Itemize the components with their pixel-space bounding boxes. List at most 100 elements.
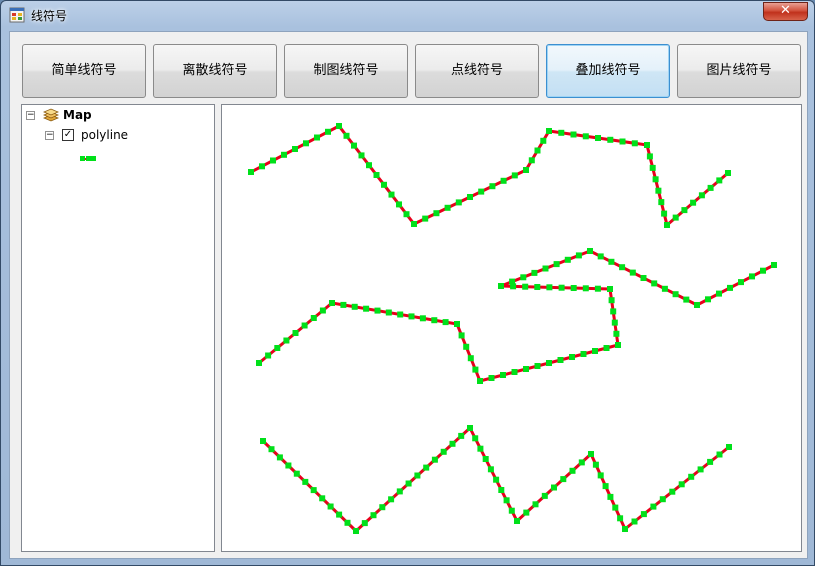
line-marker	[482, 456, 489, 462]
line-marker	[646, 153, 653, 160]
cartographic-line-symbol-button[interactable]: 制图线符号	[284, 44, 408, 98]
line-marker	[592, 348, 598, 354]
line-marker	[578, 459, 585, 466]
line-marker	[358, 152, 365, 159]
toc-control[interactable]: − Map − ✓ polyline	[21, 104, 215, 552]
line-marker	[440, 448, 447, 455]
line-marker	[602, 483, 609, 490]
line-marker	[546, 360, 552, 366]
line-marker	[587, 248, 593, 254]
line-marker	[472, 366, 479, 373]
line-marker	[594, 285, 601, 292]
close-icon: ✕	[780, 3, 791, 18]
line-marker	[661, 210, 668, 217]
line-marker	[611, 319, 618, 326]
layers-icon	[42, 107, 60, 123]
line-marker	[276, 454, 283, 461]
line-marker	[477, 445, 484, 452]
line-marker	[463, 343, 470, 350]
line-marker	[488, 375, 495, 381]
line-marker	[613, 330, 620, 337]
line-marker	[726, 444, 732, 450]
line-marker	[669, 488, 676, 495]
collapse-layer-icon[interactable]: −	[45, 131, 54, 140]
line-marker	[458, 332, 465, 339]
line-marker	[408, 313, 415, 320]
map-control[interactable]	[221, 104, 802, 552]
line-marker	[325, 128, 331, 135]
line-marker	[644, 142, 650, 148]
line-marker	[603, 345, 610, 351]
line-marker	[690, 199, 697, 206]
line-marker	[374, 307, 381, 314]
line-marker	[534, 284, 541, 290]
line-marker	[534, 147, 541, 154]
line-marker	[631, 140, 638, 147]
line-marker	[274, 345, 281, 351]
line-marker	[370, 512, 377, 519]
line-marker	[607, 493, 614, 500]
simple-line-symbol-button[interactable]: 简单线符号	[22, 44, 146, 98]
line-marker	[344, 519, 351, 526]
line-marker	[310, 315, 317, 321]
line-marker	[444, 204, 451, 211]
title-bar[interactable]: 线符号 ✕	[1, 1, 814, 29]
line-marker	[366, 162, 372, 169]
line-marker	[454, 321, 460, 327]
close-button[interactable]: ✕	[763, 2, 808, 21]
line-marker	[678, 481, 685, 488]
line-marker	[302, 478, 309, 485]
line-marker	[509, 278, 516, 285]
line-marker	[558, 284, 565, 291]
line-marker	[423, 464, 430, 471]
line-marker	[528, 157, 535, 164]
line-marker	[310, 487, 317, 494]
line-marker	[749, 273, 755, 280]
line-marker	[597, 472, 604, 479]
line-marker	[292, 146, 298, 152]
line-marker	[281, 151, 287, 158]
line-marker	[522, 283, 529, 290]
map-canvas[interactable]	[222, 105, 801, 551]
marker-line-symbol-button[interactable]: 点线符号	[415, 44, 539, 98]
line-marker	[697, 466, 704, 473]
line-marker	[353, 528, 359, 534]
line-marker	[511, 369, 518, 375]
line-marker	[534, 363, 541, 369]
line-marker	[422, 215, 429, 222]
layer-visibility-checkbox[interactable]: ✓	[62, 129, 74, 141]
line-marker	[458, 432, 465, 439]
hash-line-symbol-button[interactable]: 离散线符号	[153, 44, 277, 98]
layer-label: polyline	[81, 128, 129, 142]
line-marker	[582, 133, 589, 140]
line-marker	[283, 337, 290, 344]
map-label: Map	[63, 108, 92, 122]
line-marker	[694, 302, 700, 308]
line-marker	[373, 172, 380, 178]
line-marker	[478, 188, 485, 195]
line-marker	[388, 496, 395, 503]
line-marker	[597, 253, 604, 260]
multilayer-line-symbol-button[interactable]: 叠加线符号	[546, 44, 670, 98]
line-marker	[431, 456, 438, 463]
line-marker	[500, 372, 506, 378]
line-marker	[455, 199, 462, 206]
line-marker	[396, 488, 403, 495]
picture-line-symbol-button[interactable]: 图片线符号	[677, 44, 801, 98]
line-marker	[688, 473, 695, 480]
line-marker	[607, 286, 613, 292]
line-marker	[403, 211, 410, 218]
toc-map-node[interactable]: − Map	[26, 107, 206, 123]
line-marker	[532, 501, 539, 508]
line-marker	[396, 201, 402, 208]
line-symbol-legend-icon	[79, 152, 97, 168]
line-marker	[503, 497, 510, 504]
line-marker	[652, 176, 659, 183]
line-marker	[716, 177, 723, 184]
toc-layer-node[interactable]: − ✓ polyline	[45, 127, 205, 143]
line-marker	[293, 470, 300, 477]
line-marker	[610, 308, 617, 315]
collapse-map-icon[interactable]: −	[26, 111, 35, 120]
line-marker	[433, 210, 440, 217]
line-marker	[546, 128, 552, 134]
